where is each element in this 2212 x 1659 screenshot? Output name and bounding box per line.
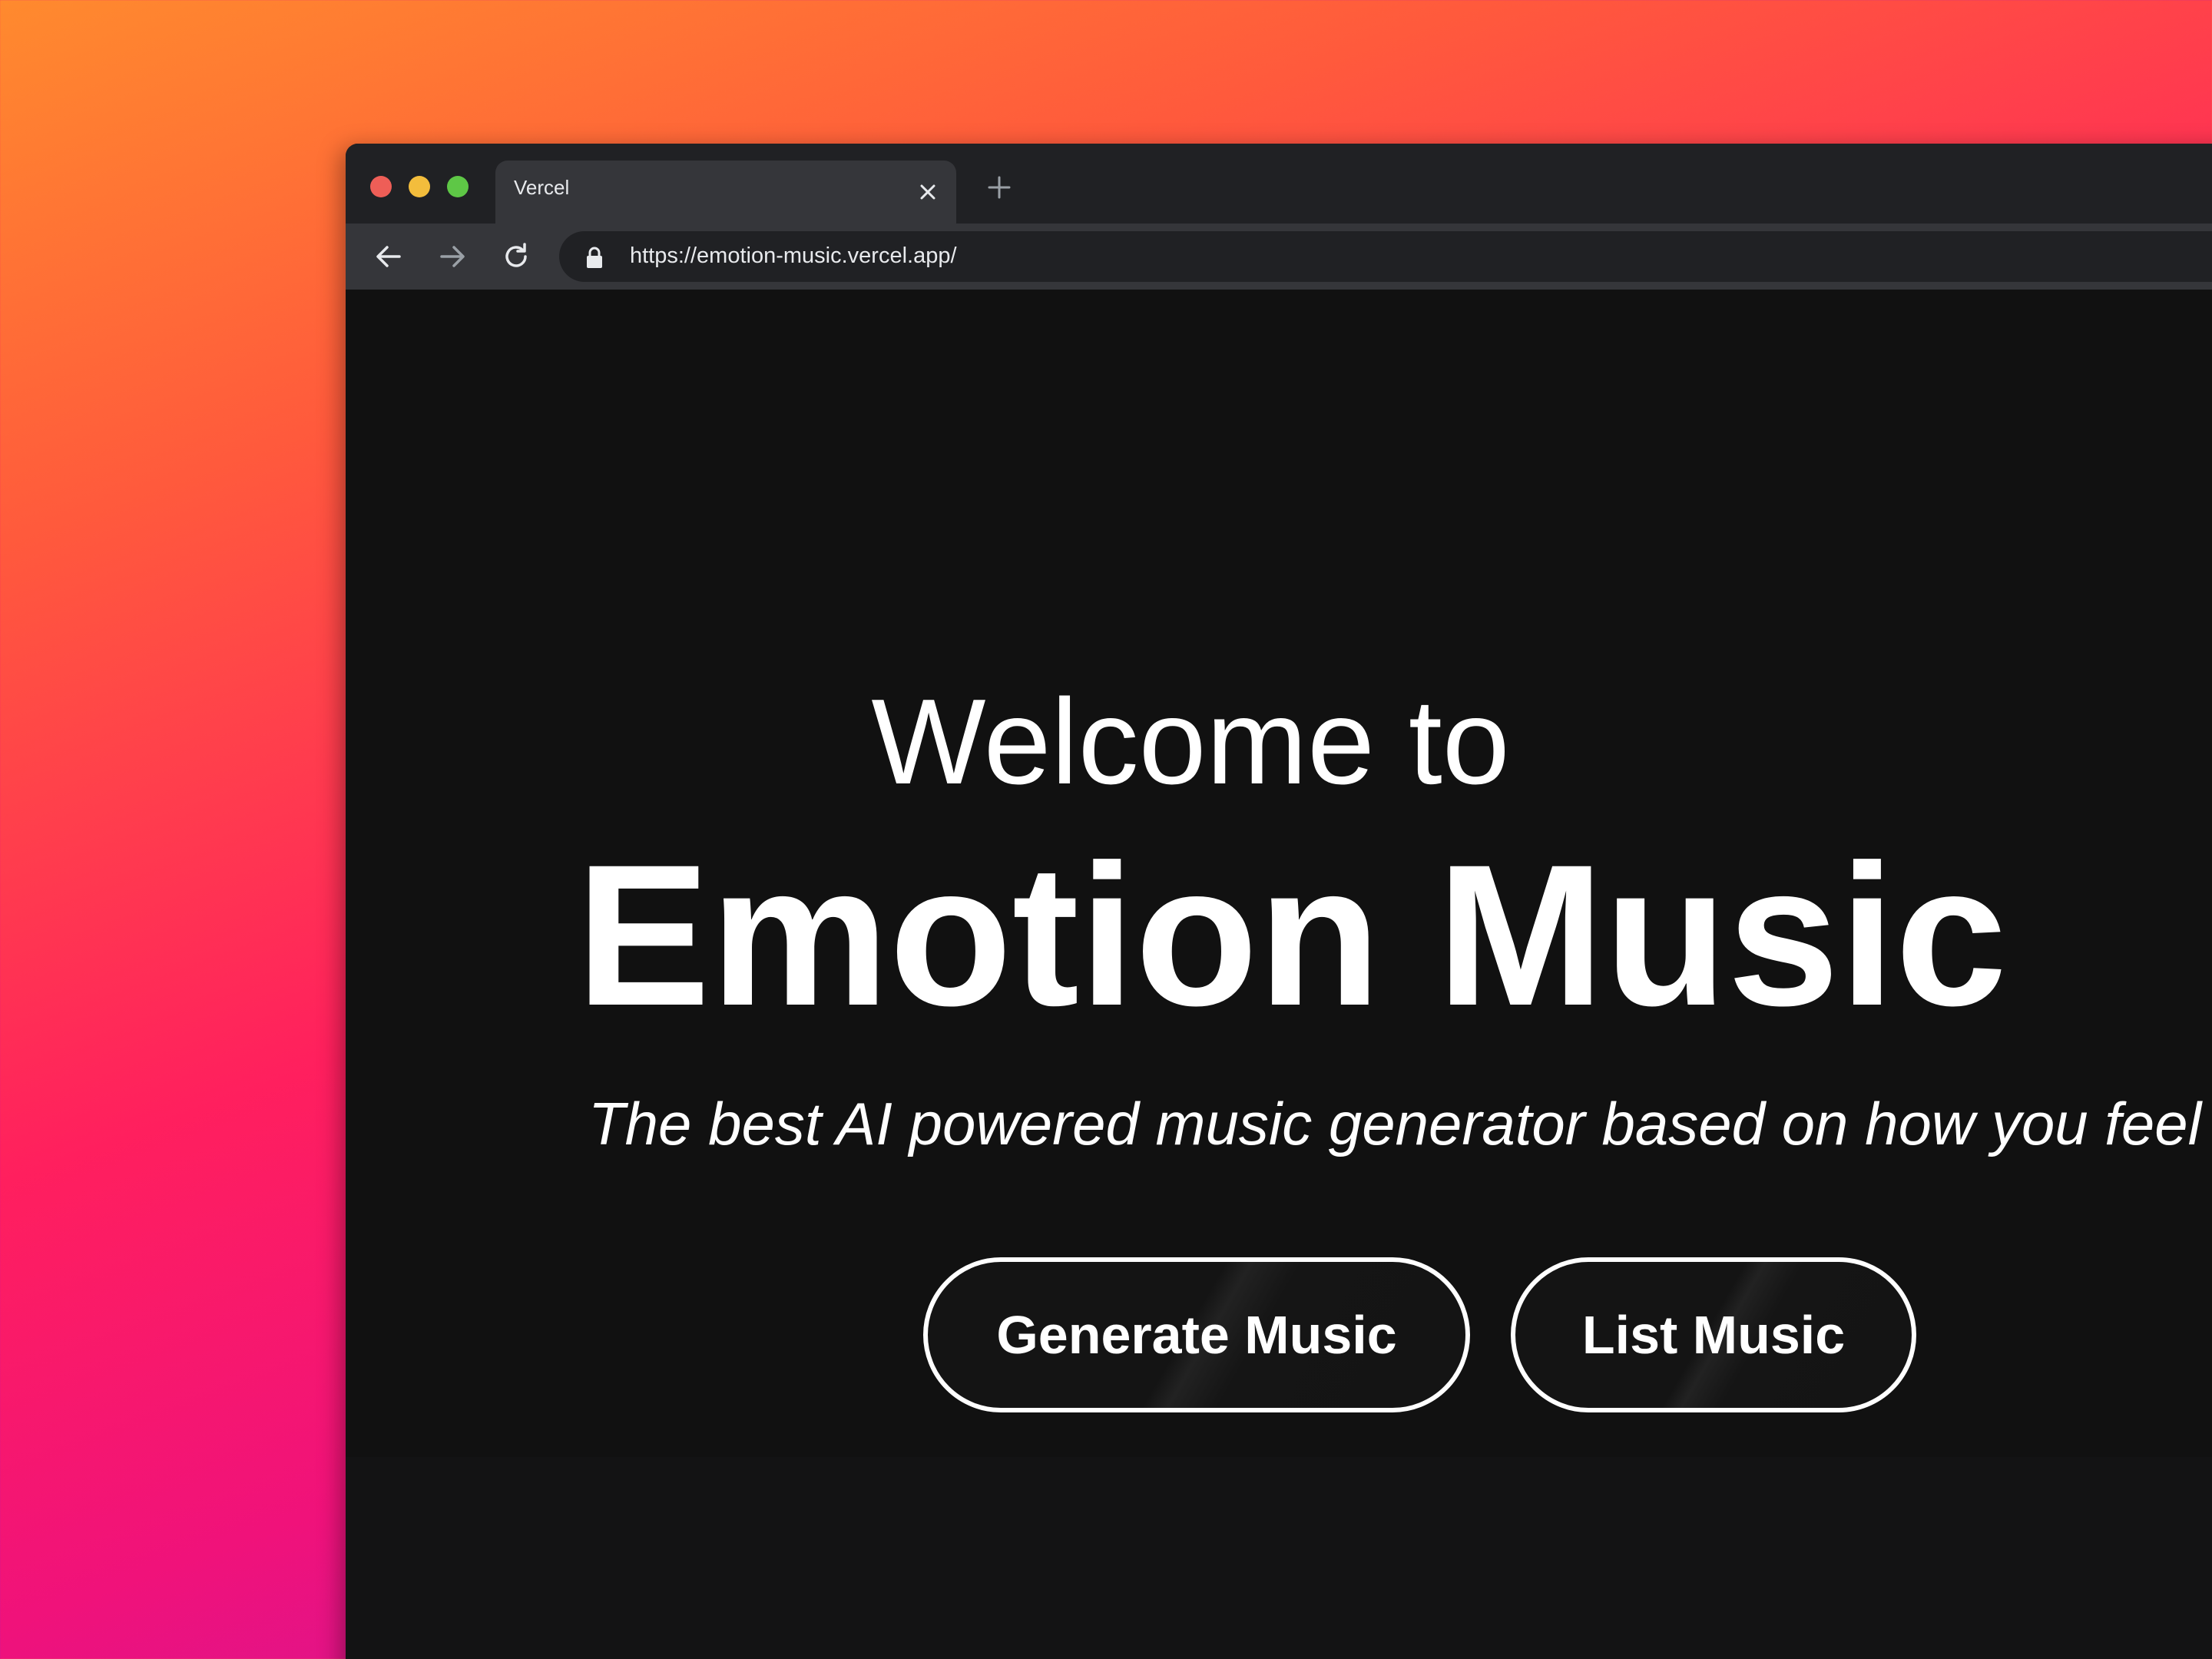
browser-window: Vercel https://emotion-music.vercel.app/… (346, 144, 2212, 1659)
tab-bar: Vercel (346, 144, 2212, 224)
tab-active[interactable]: Vercel (495, 161, 956, 224)
generate-music-button[interactable]: Generate Music (923, 1257, 1470, 1412)
tab-title: Vercel (514, 176, 570, 199)
close-icon[interactable] (915, 179, 941, 205)
url-text: https://emotion-music.vercel.app/ (630, 243, 957, 268)
lock-icon (585, 246, 604, 269)
browser-toolbar: https://emotion-music.vercel.app/ (346, 224, 2212, 290)
reload-icon[interactable] (496, 237, 536, 276)
page-content: Welcome to Emotion Music The best AI pow… (346, 290, 2212, 1457)
maximize-window-button[interactable] (447, 176, 469, 197)
welcome-heading: Welcome to (871, 674, 1510, 810)
app-title: Emotion Music (576, 823, 2008, 1048)
address-bar[interactable]: https://emotion-music.vercel.app/ (559, 231, 2212, 282)
plus-icon[interactable] (980, 168, 1018, 207)
list-music-button[interactable]: List Music (1511, 1257, 1916, 1412)
arrow-left-icon[interactable] (369, 237, 409, 276)
tagline: The best AI powered music generator base… (588, 1090, 2202, 1157)
close-window-button[interactable] (370, 176, 392, 197)
arrow-right-icon[interactable] (432, 237, 472, 276)
minimize-window-button[interactable] (409, 176, 430, 197)
